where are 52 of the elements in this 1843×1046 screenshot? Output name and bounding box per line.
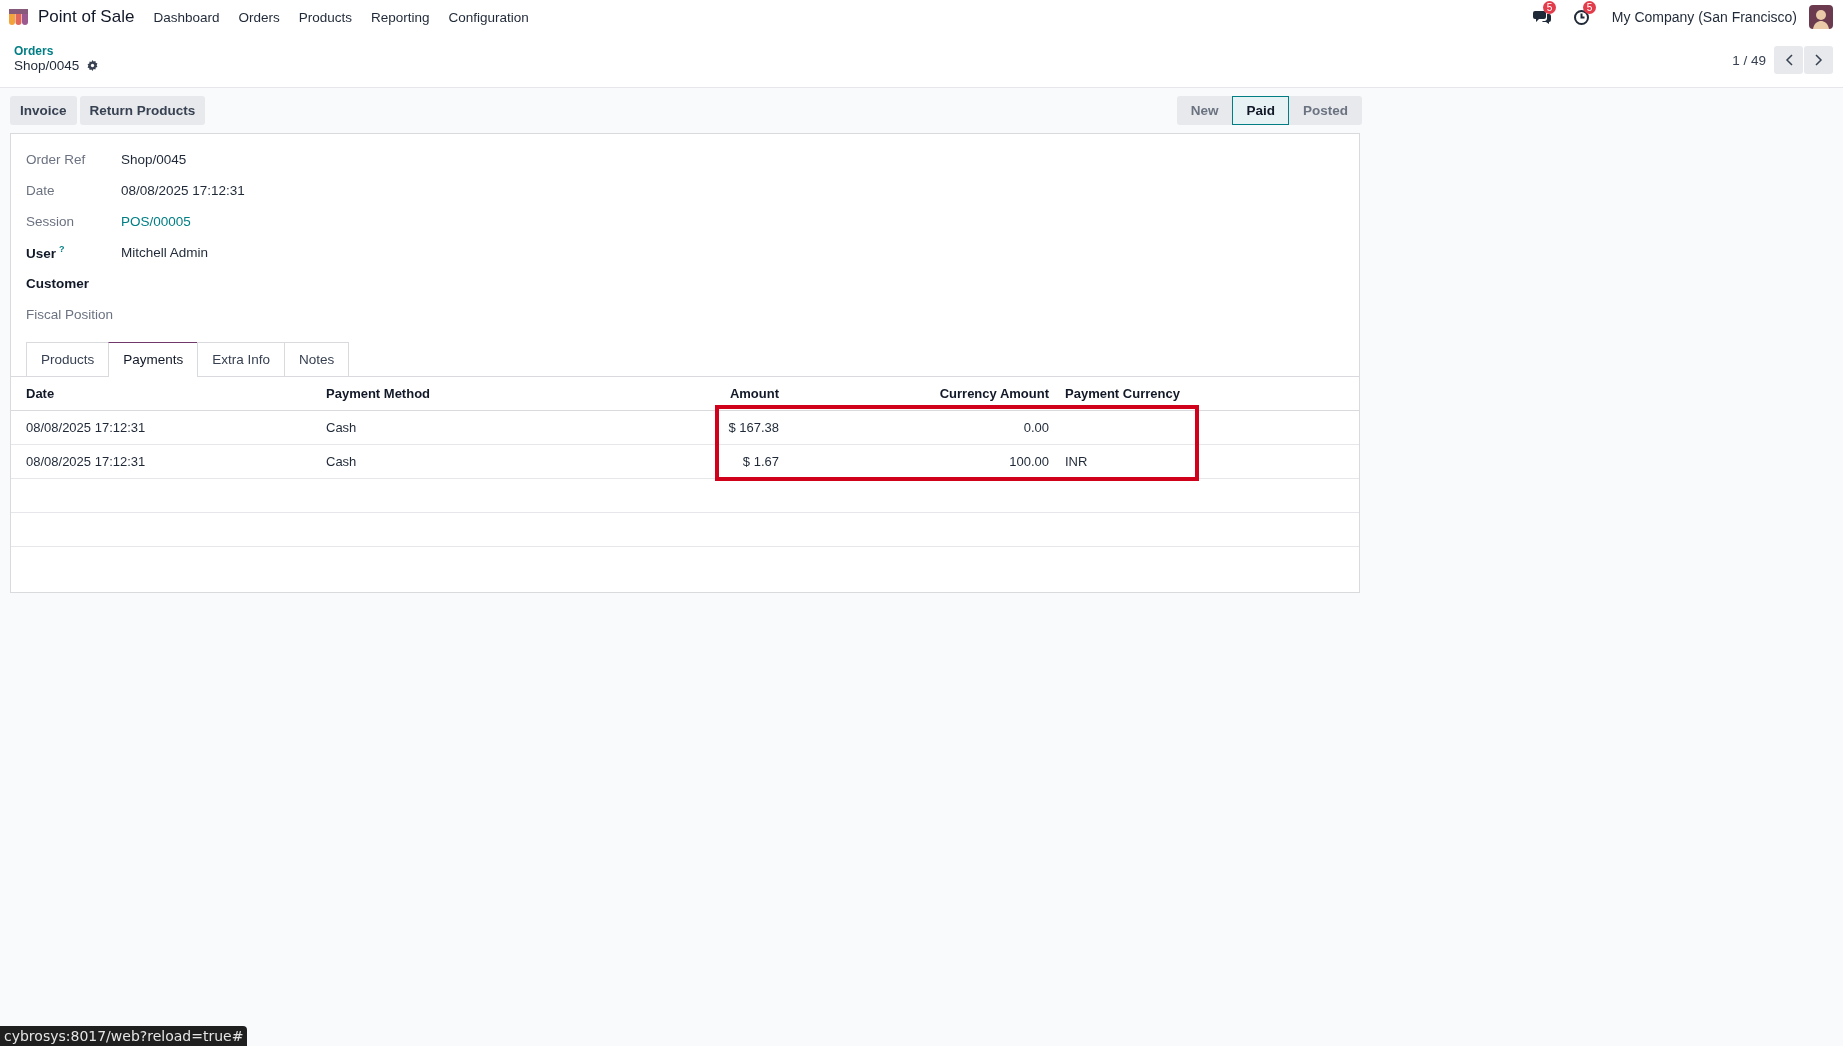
field-label: Date: [26, 183, 56, 198]
field-label: Customer: [26, 276, 90, 291]
notebook-tab[interactable]: Payments: [108, 342, 199, 377]
pager-counter: 1 / 49: [1732, 52, 1766, 68]
status-stage[interactable]: Posted: [1289, 96, 1362, 125]
field-label: User $^{?}$: [26, 244, 66, 261]
action-button[interactable]: Invoice: [10, 96, 77, 125]
notification-badge: 5: [1542, 1, 1557, 14]
field-value: 08/08/2025 17:12:31: [121, 183, 245, 198]
field-label: Fiscal Position: [26, 307, 115, 322]
browser-status-url: cybrosys:8017/web?reload=true#: [0, 1026, 248, 1046]
chat-bubbles-icon[interactable]: [1532, 9, 1551, 25]
avatar-icon[interactable]: [1809, 5, 1833, 29]
menu-item[interactable]: Configuration: [448, 9, 529, 25]
table-cell: $ 167.38: [728, 420, 779, 435]
column-header[interactable]: Payment Method: [318, 377, 714, 411]
chevron-right-icon: [1814, 54, 1823, 66]
table-cell: 08/08/2025 17:12:31: [26, 420, 146, 435]
menu-item[interactable]: Products: [298, 9, 352, 25]
column-header[interactable]: Amount: [714, 377, 787, 411]
status-stage[interactable]: New: [1176, 96, 1233, 125]
menu-item[interactable]: Orders: [238, 9, 280, 25]
notification-badge: 5: [1582, 0, 1597, 14]
action-button[interactable]: Return Products: [79, 96, 206, 125]
table-cell: Cash: [326, 420, 357, 435]
gear-icon[interactable]: [87, 60, 99, 71]
menu-item[interactable]: Reporting: [371, 9, 430, 25]
column-header[interactable]: Payment Currency: [1057, 377, 1213, 411]
field-value: Mitchell Admin: [121, 245, 209, 260]
field-label: Session: [26, 214, 76, 229]
app-name[interactable]: Point of Sale: [38, 7, 135, 27]
notebook-tab[interactable]: Products: [26, 342, 110, 376]
field-value: Shop/0045: [121, 152, 187, 167]
chevron-left-icon: [1784, 54, 1793, 66]
column-header[interactable]: Currency Amount: [787, 377, 1057, 411]
table-cell: 0.00: [1023, 420, 1049, 435]
next-button[interactable]: [1804, 46, 1833, 74]
session-link[interactable]: POS/00005: [121, 214, 191, 229]
column-header[interactable]: Date: [11, 377, 318, 411]
notebook-tab[interactable]: Notes: [284, 342, 350, 376]
table-cell: $ 1.67: [742, 454, 779, 469]
table-cell: 08/08/2025 17:12:31: [26, 454, 146, 469]
table-cell: 100.00: [1009, 454, 1049, 469]
company-switcher[interactable]: My Company (San Francisco): [1611, 9, 1797, 25]
previous-button[interactable]: [1774, 46, 1803, 74]
table-cell: Cash: [326, 454, 357, 469]
breadcrumb-link[interactable]: Orders: [14, 44, 99, 58]
field-label: Order Ref: [26, 152, 87, 167]
menu-item[interactable]: Dashboard: [153, 9, 220, 25]
status-stage[interactable]: Paid: [1232, 96, 1289, 125]
record-title: Shop/0045: [14, 58, 80, 73]
table-cell: INR: [1065, 454, 1088, 469]
